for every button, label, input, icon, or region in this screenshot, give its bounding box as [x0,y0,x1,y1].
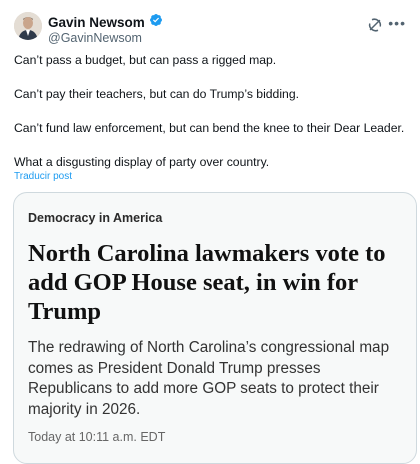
card-kicker: Democracy in America [28,211,163,225]
card-headline[interactable]: North Carolina lawmakers vote to add GOP… [28,239,408,326]
card-summary: The redrawing of North Carolina’s congre… [28,339,390,418]
more-options-icon[interactable]: ••• [388,16,406,30]
verified-badge-icon [149,13,163,32]
link-preview-card[interactable]: Democracy in America North Carolina lawm… [13,192,417,464]
card-timestamp: Today at 10:11 a.m. EDT [28,430,166,444]
avatar-photo [14,12,42,40]
tweet-line: Can’t pass a budget, but can pass a rigg… [14,53,277,67]
author-handle[interactable]: @GavinNewsom [48,31,163,45]
tweet-header: Gavin Newsom @GavinNewsom ••• [14,12,406,46]
card-content: Democracy in America North Carolina lawm… [28,211,408,444]
author-name[interactable]: Gavin Newsom [48,15,145,30]
tweet-line: Can’t fund law enforcement, but can bend… [14,121,405,135]
tweet-line: What a disgusting display of party over … [14,155,270,169]
tweet-line: Can’t pay their teachers, but can do Tru… [14,87,299,101]
author-block: Gavin Newsom @GavinNewsom [48,13,163,45]
grok-icon[interactable] [366,16,384,34]
translate-link[interactable]: Traducir post [14,171,72,182]
avatar[interactable] [14,12,42,40]
tweet-text: Can’t pass a budget, but can pass a rigg… [14,52,410,188]
